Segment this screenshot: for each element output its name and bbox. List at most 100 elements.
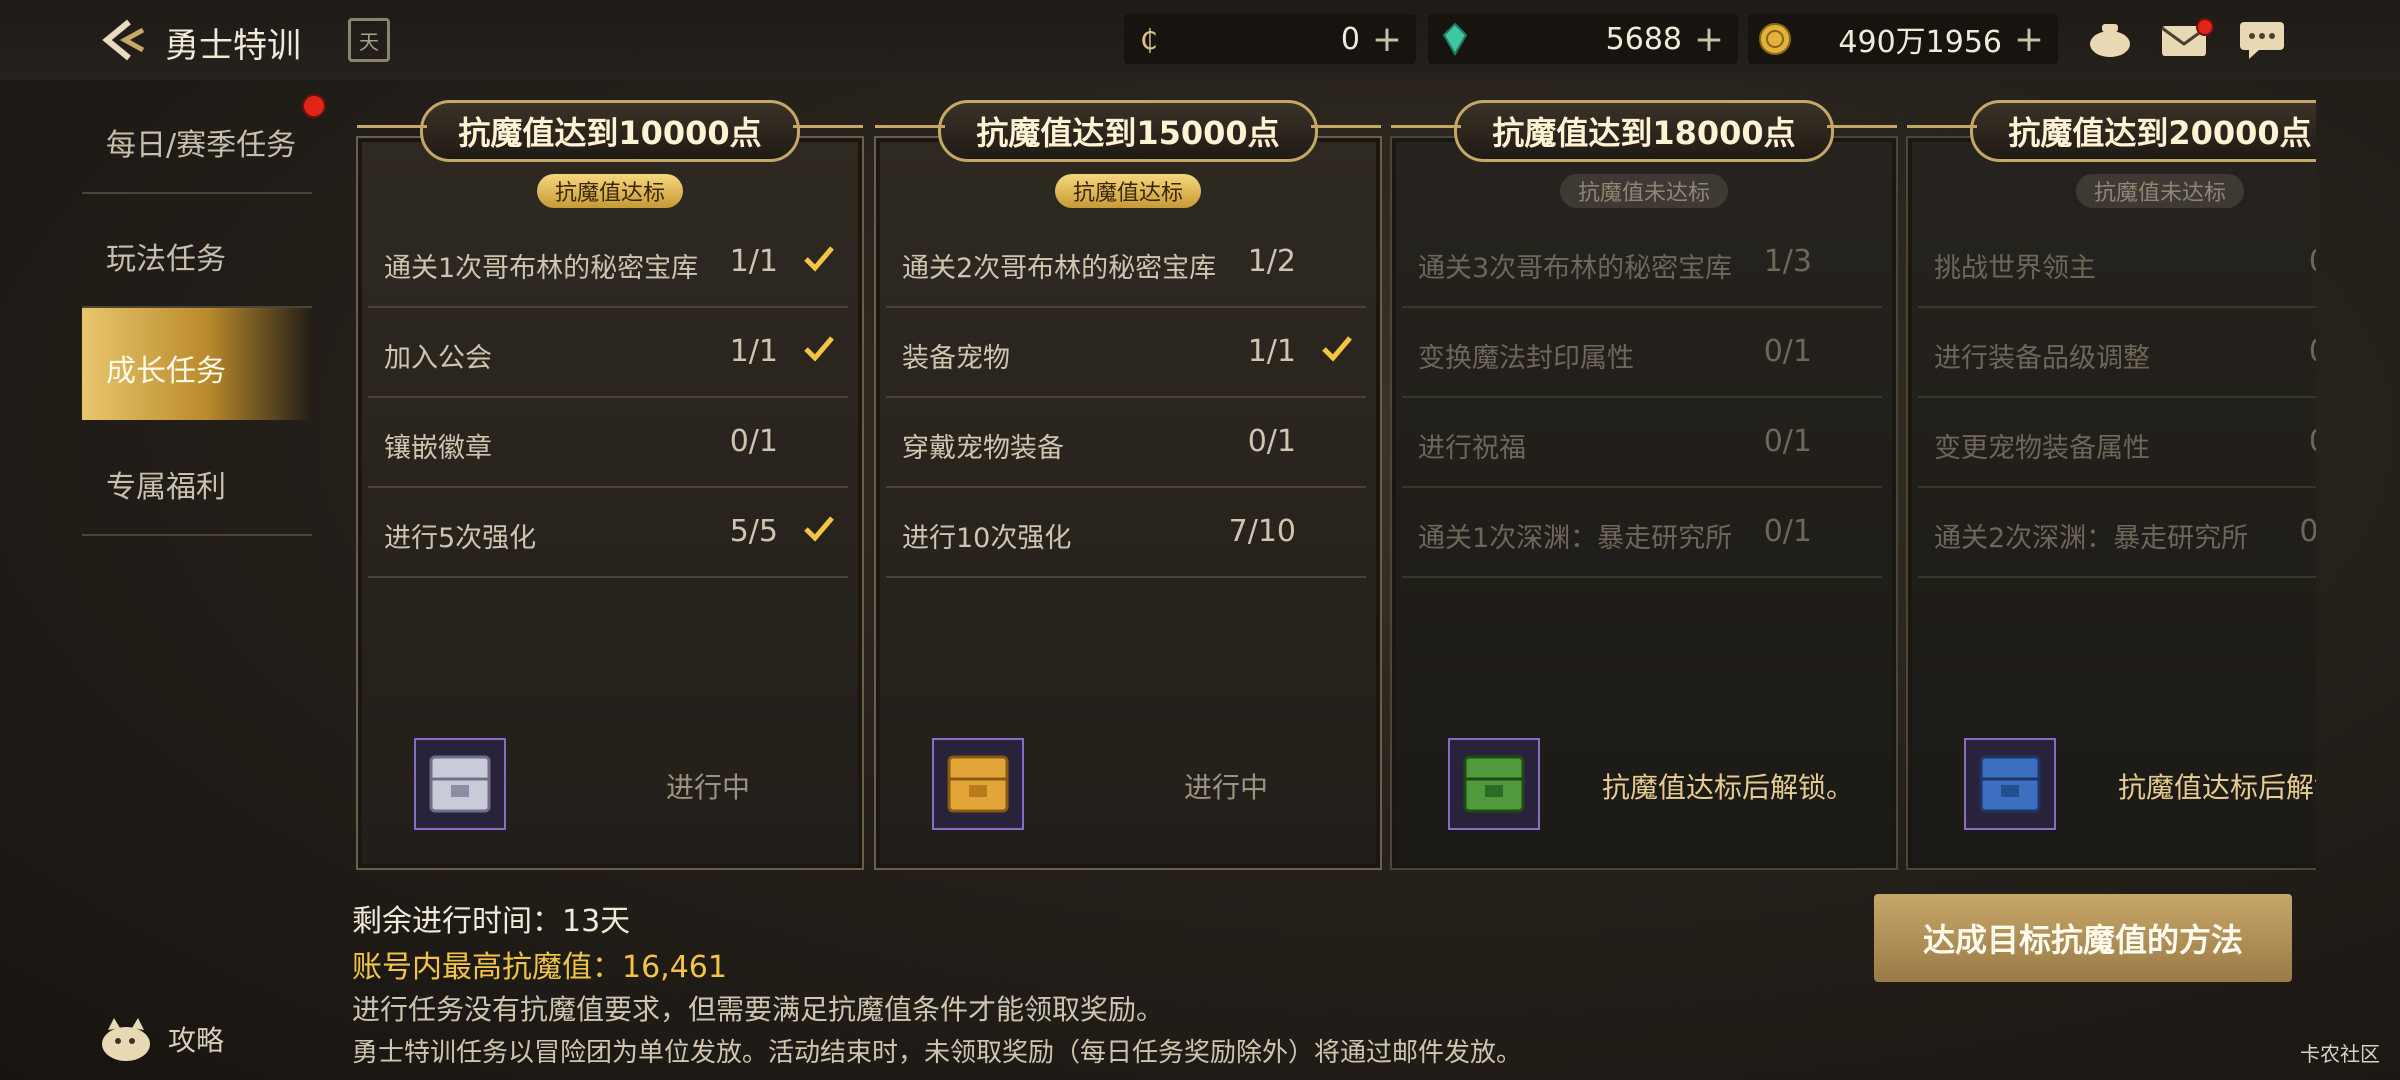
- card-title-banner: 抗魔值达到10000点: [357, 100, 863, 162]
- task-progress: 0/1: [729, 424, 778, 459]
- task-row: 加入公会 1/1: [368, 308, 848, 398]
- task-card: 抗魔值达到10000点 抗魔值达标 通关1次哥布林的秘密宝库 1/1 加入公会 …: [356, 100, 864, 870]
- currency-c: ₵ 0 +: [1124, 14, 1416, 64]
- sidebar-item-label: 专属福利: [106, 470, 226, 505]
- card-title-banner: 抗魔值达到15000点: [875, 100, 1381, 162]
- card-status: 抗魔值达标后解锁。: [1602, 771, 1855, 804]
- task-row: 进行5次强化 5/5: [368, 488, 848, 578]
- task-name: 进行5次强化: [384, 523, 537, 554]
- mail-notification-dot: [2196, 18, 2214, 36]
- check-icon: [804, 246, 834, 272]
- task-progress: 7/10: [1228, 514, 1296, 549]
- task-name: 进行10次强化: [902, 523, 1072, 554]
- task-cards: 抗魔值达到10000点 抗魔值达标 通关1次哥布林的秘密宝库 1/1 加入公会 …: [356, 92, 2316, 872]
- add-gem-button[interactable]: +: [1694, 19, 1724, 60]
- task-name: 变更宠物装备属性: [1934, 433, 2150, 464]
- watermark: 卡农社区: [2300, 1042, 2380, 1066]
- card-title-banner: 抗魔值达到18000点: [1391, 100, 1897, 162]
- task-row: 装备宠物 1/1: [886, 308, 1366, 398]
- task-name: 变换魔法封印属性: [1418, 343, 1634, 374]
- task-row: 通关1次哥布林的秘密宝库 1/1: [368, 218, 848, 308]
- status-badge: 抗魔值未达标: [2075, 174, 2245, 208]
- card-status: 进行中: [1184, 771, 1269, 804]
- task-progress: 0/1: [1247, 424, 1296, 459]
- remaining-time: 剩余进行时间：13天: [352, 904, 631, 939]
- task-name: 挑战世界领主: [1934, 253, 2096, 284]
- task-row: 变换魔法封印属性 0/1: [1402, 308, 1882, 398]
- task-progress: 1/1: [729, 244, 778, 279]
- sidebar-item-benefits[interactable]: 专属福利: [82, 424, 312, 536]
- reward-chest-icon[interactable]: [1964, 738, 2056, 830]
- sidebar-item-label: 每日/赛季任务: [106, 128, 297, 163]
- add-gold-button[interactable]: +: [2014, 19, 2044, 60]
- reward-chest-icon[interactable]: [1448, 738, 1540, 830]
- task-row: 通关2次哥布林的秘密宝库 1/2: [886, 218, 1366, 308]
- chat-icon[interactable]: [2234, 14, 2290, 66]
- reward-chest-icon[interactable]: [414, 738, 506, 830]
- page-title: 勇士特训: [165, 26, 301, 66]
- currency-gem: 5688 +: [1428, 14, 1738, 64]
- task-progress: 5/5: [729, 514, 778, 549]
- notification-dot: [302, 94, 326, 118]
- task-progress: 0/1: [1763, 514, 1812, 549]
- task-row: 镶嵌徽章 0/1: [368, 398, 848, 488]
- card-title: 抗魔值达到20000点: [2008, 114, 2312, 152]
- currency-gold-value: 490万1956: [1838, 25, 2002, 60]
- task-name: 通关2次哥布林的秘密宝库: [902, 253, 1217, 284]
- task-note: 进行任务没有抗魔值要求，但需要满足抗魔值条件才能领取奖励。: [352, 993, 1165, 1026]
- check-icon: [1322, 336, 1352, 362]
- max-resist-value: 账号内最高抗魔值：16,461: [352, 950, 727, 985]
- check-icon: [804, 336, 834, 362]
- mail-note: 勇士特训任务以冒险团为单位发放。活动结束时，未领取奖励（每日任务奖励除外）将通过…: [352, 1038, 1523, 1068]
- task-name: 通关1次深渊：暴走研究所: [1418, 523, 1733, 554]
- card-status: 抗魔值达标后解锁: [2118, 771, 2316, 804]
- target-method-button[interactable]: 达成目标抗魔值的方法: [1874, 894, 2292, 982]
- top-bar: 勇士特训 天 ₵ 0 + 5688 + 490万1956 +: [0, 0, 2400, 80]
- task-name: 穿戴宠物装备: [902, 433, 1064, 464]
- green-gem-icon: [1442, 22, 1468, 56]
- mail-icon[interactable]: [2156, 14, 2214, 66]
- target-method-label: 达成目标抗魔值的方法: [1922, 921, 2243, 959]
- task-progress: 0: [2309, 244, 2316, 279]
- task-row: 通关3次哥布林的秘密宝库 1/3: [1402, 218, 1882, 308]
- pot-icon[interactable]: [2082, 14, 2138, 66]
- currency-c-value: 0: [1340, 21, 1360, 57]
- status-badge: 抗魔值未达标: [1559, 174, 1729, 208]
- sidebar-item-daily[interactable]: 每日/赛季任务: [82, 82, 326, 194]
- task-progress: 1/1: [1247, 334, 1296, 369]
- card-title-banner: 抗魔值达到20000点: [1907, 100, 2316, 162]
- task-name: 进行祝福: [1418, 433, 1526, 464]
- sidebar-item-growth[interactable]: 成长任务: [82, 308, 312, 420]
- add-currency-c-button[interactable]: +: [1372, 19, 1402, 60]
- task-row: 变更宠物装备属性 0: [1918, 398, 2316, 488]
- status-badge: 抗魔值达标: [536, 174, 684, 208]
- card-title: 抗魔值达到10000点: [458, 114, 762, 152]
- card-title: 抗魔值达到18000点: [1492, 114, 1796, 152]
- svg-text:₵: ₵: [1140, 23, 1158, 56]
- task-name: 加入公会: [384, 343, 492, 374]
- task-card: 抗魔值达到18000点 抗魔值未达标 通关3次哥布林的秘密宝库 1/3 变换魔法…: [1390, 100, 1898, 870]
- task-row: 进行祝福 0/1: [1402, 398, 1882, 488]
- task-row: 穿戴宠物装备 0/1: [886, 398, 1366, 488]
- task-progress: 0: [2309, 424, 2316, 459]
- card-status: 进行中: [666, 771, 751, 804]
- calendar-icon[interactable]: 天: [348, 18, 390, 62]
- reward-chest-icon[interactable]: [932, 738, 1024, 830]
- task-progress: 0: [2309, 334, 2316, 369]
- sidebar-item-gameplay[interactable]: 玩法任务: [82, 196, 312, 308]
- strategy-mascot-icon: [102, 1018, 150, 1061]
- back-arrow-icon[interactable]: [96, 14, 152, 66]
- strategy-button[interactable]: 攻略: [98, 1014, 224, 1064]
- task-name: 装备宠物: [902, 343, 1010, 374]
- task-name: 进行装备品级调整: [1934, 343, 2150, 374]
- task-row: 通关2次深渊：暴走研究所 0,: [1918, 488, 2316, 578]
- check-icon: [804, 516, 834, 542]
- task-progress: 1/2: [1247, 244, 1296, 279]
- task-card: 抗魔值达到15000点 抗魔值达标 通关2次哥布林的秘密宝库 1/2 装备宠物 …: [874, 100, 1382, 870]
- task-progress: 0,: [2299, 514, 2316, 549]
- task-card: 抗魔值达到20000点 抗魔值未达标 挑战世界领主 0 进行装备品级调整 0 变…: [1906, 100, 2316, 870]
- task-name: 镶嵌徽章: [384, 433, 492, 464]
- task-row: 通关1次深渊：暴走研究所 0/1: [1402, 488, 1882, 578]
- sidebar-item-label: 成长任务: [106, 354, 226, 389]
- coin-c-icon: ₵: [1140, 23, 1158, 56]
